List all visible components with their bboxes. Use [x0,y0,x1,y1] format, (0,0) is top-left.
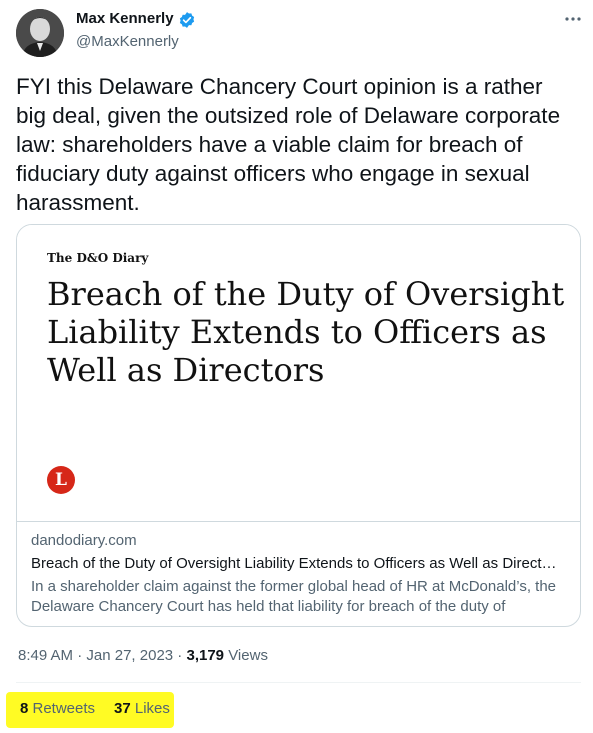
author-handle[interactable]: @MaxKennerly [76,33,179,50]
card-brand: The D&O Diary [47,251,149,265]
card-description: In a shareholder claim against the forme… [31,578,557,615]
avatar[interactable] [16,9,64,57]
likes-count: 37 [114,700,131,717]
tweet-date[interactable]: Jan 27, 2023 [86,647,173,664]
avatar-image [16,9,64,57]
meta-separator: · [73,647,87,664]
more-dots-icon [565,17,581,21]
divider [16,682,581,683]
card-image: The D&O Diary Breach of the Duty of Over… [17,225,580,522]
card-domain: dandodiary.com [31,532,137,549]
retweets-label: Retweets [28,700,96,717]
card-headline: Breach of the Duty of Oversight Liabilit… [47,275,565,389]
tweet: Max Kennerly @MaxKennerly FYI this Delaw… [0,0,593,733]
more-options-button[interactable] [560,6,586,32]
link-card[interactable]: The D&O Diary Breach of the Duty of Over… [16,224,581,627]
likes-label: Likes [130,700,170,717]
tweet-text: FYI this Delaware Chancery Court opinion… [16,74,561,215]
verified-badge-icon [178,11,196,29]
tweet-meta: 8:49 AM · Jan 27, 2023 · 3,179 Views [18,647,268,664]
retweets-stat[interactable]: 8 Retweets [20,700,95,717]
tweet-time[interactable]: 8:49 AM [18,647,73,664]
views-count: 3,179 [186,647,225,664]
site-logo-icon: L [47,466,75,494]
views-label: Views [224,647,268,664]
meta-separator: · [173,647,187,664]
likes-stat[interactable]: 37 Likes [114,700,170,717]
author-name[interactable]: Max Kennerly [76,10,174,27]
card-title: Breach of the Duty of Oversight Liabilit… [31,555,557,572]
